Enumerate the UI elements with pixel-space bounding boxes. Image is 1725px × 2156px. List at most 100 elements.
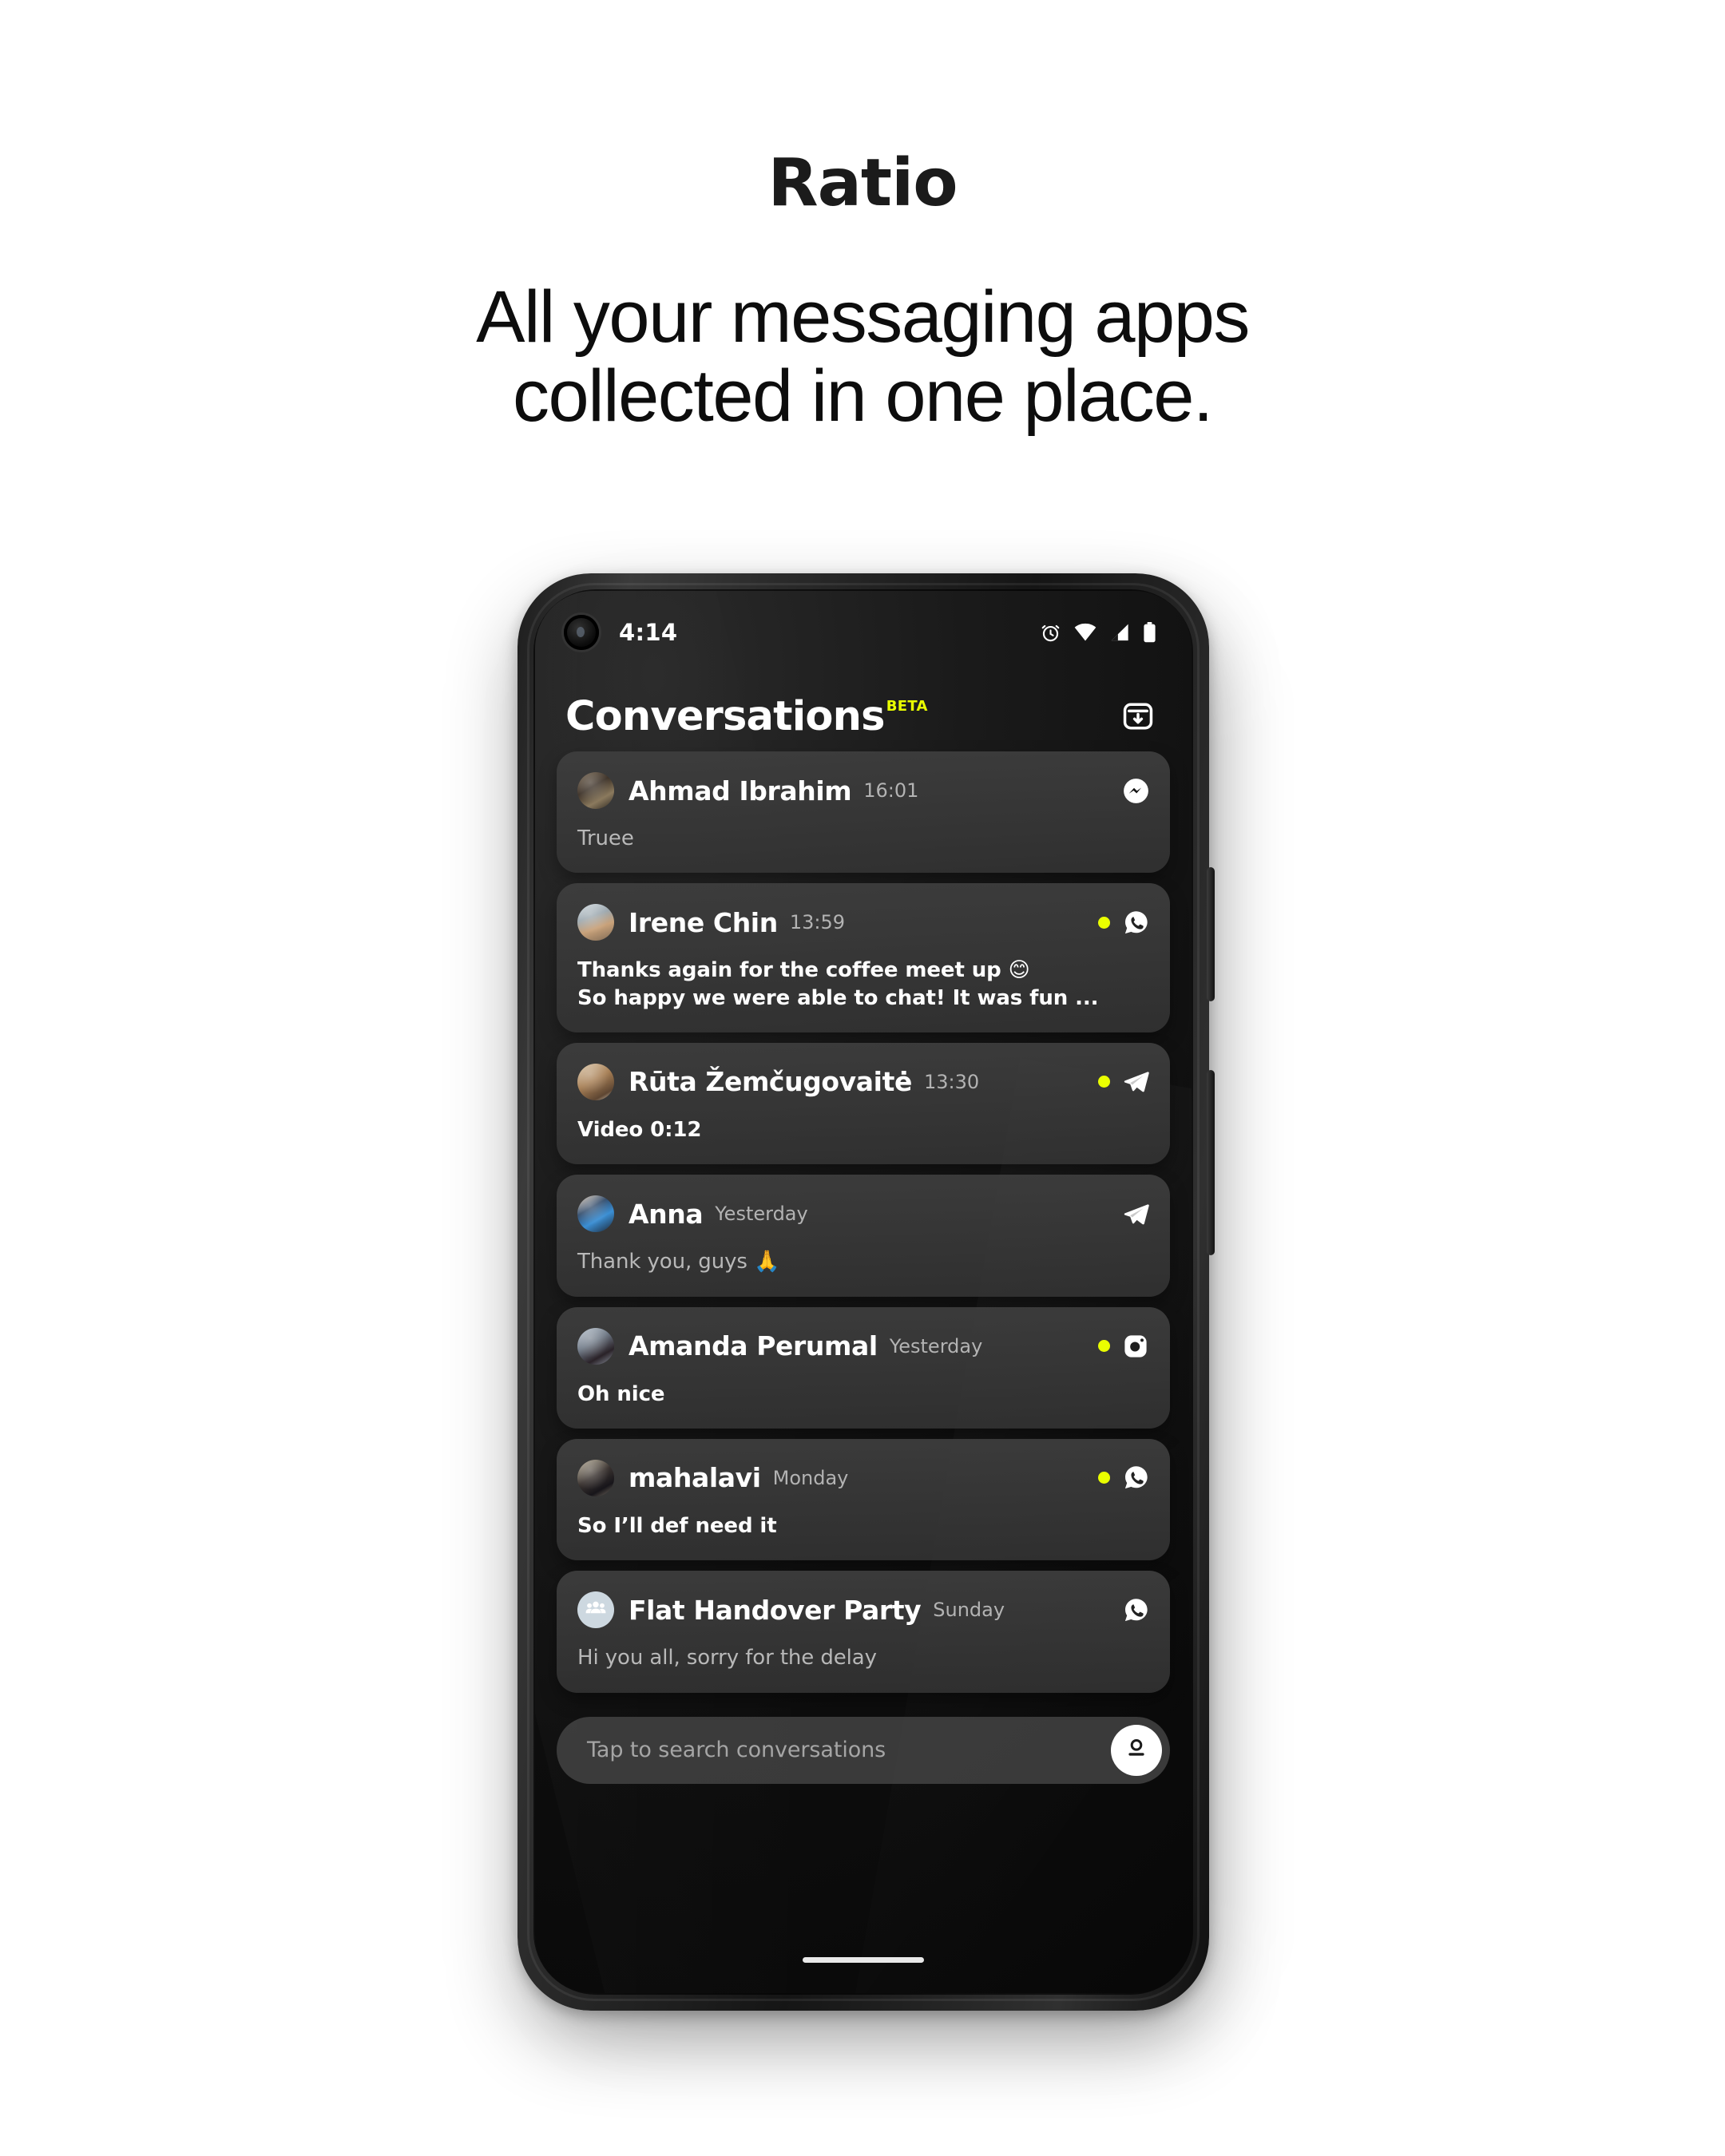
conversation-name: Rūta Žemčugovaitė xyxy=(629,1066,912,1098)
conversation-time: 13:59 xyxy=(789,911,845,934)
group-people-icon xyxy=(585,1597,607,1623)
headline-line-1: All your messaging apps xyxy=(476,276,1250,358)
preview-line: Thank you, guys 🙏 xyxy=(577,1250,780,1274)
search-input[interactable]: Tap to search conversations xyxy=(587,1738,886,1762)
conversation-name: mahalavi xyxy=(629,1462,761,1494)
preview-line: Thanks again for the coffee meet up 😊 xyxy=(577,958,1030,983)
assistant-icon xyxy=(1123,1734,1150,1766)
conversation-name: Flat Handover Party xyxy=(629,1594,922,1626)
avatar xyxy=(577,772,614,809)
avatar xyxy=(577,1195,614,1233)
battery-icon xyxy=(1143,622,1156,643)
conversation-row[interactable]: Irene Chin 13:59 Thanks again for the co… xyxy=(557,883,1170,1032)
phone-screen: 4:14 Conversations BETA Ahmad Ibrahim 16… xyxy=(535,591,1192,1993)
preview-line: Truee xyxy=(577,826,634,850)
conversation-preview: Oh nice xyxy=(577,1381,1149,1408)
volume-button[interactable] xyxy=(1207,1070,1215,1255)
conversation-preview: Truee xyxy=(577,825,1149,852)
unread-indicator xyxy=(1098,1340,1110,1353)
conversation-header: Amanda Perumal Yesterday xyxy=(577,1327,1149,1365)
avatar xyxy=(577,904,614,941)
conversation-meta xyxy=(1098,1333,1149,1360)
unread-indicator xyxy=(1098,1076,1110,1088)
conversation-time: 13:30 xyxy=(923,1070,980,1093)
archive-icon xyxy=(1121,700,1155,737)
alarm-icon xyxy=(1040,622,1061,644)
app-header: Conversations BETA xyxy=(535,674,1192,751)
front-camera-punch-hole xyxy=(564,615,599,650)
archive-button[interactable] xyxy=(1120,700,1156,736)
conversation-preview: So I’ll def need it xyxy=(577,1512,1149,1540)
conversation-preview: Video 0:12 xyxy=(577,1116,1149,1143)
whatsapp-icon xyxy=(1122,1464,1149,1492)
conversation-row[interactable]: Ahmad Ibrahim 16:01 Truee xyxy=(557,751,1170,874)
conversation-meta xyxy=(1098,1068,1149,1096)
status-bar-icons xyxy=(1040,622,1156,644)
conversation-meta xyxy=(1098,1464,1149,1492)
conversation-row[interactable]: mahalavi Monday So I’ll def need it xyxy=(557,1438,1170,1561)
preview-line: So I’ll def need it xyxy=(577,1513,777,1538)
conversation-meta xyxy=(1098,909,1149,936)
conversation-name: Anna xyxy=(629,1198,704,1230)
phone-mockup: 4:14 Conversations BETA Ahmad Ibrahim 16… xyxy=(518,573,1215,2011)
conversation-name: Irene Chin xyxy=(629,906,778,938)
page-headline: All your messaging apps collected in one… xyxy=(0,276,1725,438)
instagram-icon xyxy=(1122,1333,1149,1360)
app-title-wrap: Conversations BETA xyxy=(565,696,928,737)
conversation-list: Ahmad Ibrahim 16:01 Truee Irene Chin 13:… xyxy=(535,751,1192,1693)
avatar xyxy=(577,1327,614,1365)
conversation-header: Rūta Žemčugovaitė 13:30 xyxy=(577,1063,1149,1100)
search-bar[interactable]: Tap to search conversations xyxy=(557,1716,1170,1784)
group-avatar xyxy=(577,1591,614,1629)
avatar xyxy=(577,1459,614,1496)
conversation-meta xyxy=(1122,1200,1149,1227)
conversation-preview: Hi you all, sorry for the delay xyxy=(577,1644,1149,1671)
assistant-button[interactable] xyxy=(1111,1724,1162,1776)
conversation-time: Sunday xyxy=(933,1599,1005,1622)
conversation-row[interactable]: Amanda Perumal Yesterday Oh nice xyxy=(557,1306,1170,1429)
preview-line: Hi you all, sorry for the delay xyxy=(577,1646,877,1671)
conversation-header: mahalavi Monday xyxy=(577,1459,1149,1496)
power-button[interactable] xyxy=(1207,867,1215,1001)
preview-line: Oh nice xyxy=(577,1381,665,1406)
conversation-header: Flat Handover Party Sunday xyxy=(577,1591,1149,1629)
status-bar: 4:14 xyxy=(535,591,1192,674)
page-title: Conversations xyxy=(565,693,886,740)
status-bar-clock: 4:14 xyxy=(619,619,678,646)
wifi-icon xyxy=(1074,623,1096,642)
marketing-page: Ratio All your messaging apps collected … xyxy=(0,0,1725,2156)
conversation-row[interactable]: Rūta Žemčugovaitė 13:30 Video 0:12 xyxy=(557,1042,1170,1165)
conversation-header: Ahmad Ibrahim 16:01 xyxy=(577,772,1149,809)
conversation-name: Ahmad Ibrahim xyxy=(629,775,852,807)
conversation-time: Yesterday xyxy=(715,1203,808,1226)
conversation-preview: Thank you, guys 🙏 xyxy=(577,1248,1149,1275)
telegram-icon xyxy=(1122,1200,1149,1227)
headline-line-2: collected in one place. xyxy=(513,355,1213,438)
brand-title: Ratio xyxy=(767,145,958,221)
beta-badge: BETA xyxy=(886,698,928,715)
conversation-row[interactable]: Flat Handover Party Sunday Hi you all, s… xyxy=(557,1571,1170,1693)
search-area: Tap to search conversations xyxy=(557,1716,1170,1784)
conversation-header: Anna Yesterday xyxy=(577,1195,1149,1233)
conversation-time: Yesterday xyxy=(889,1334,983,1357)
system-navigation-bar xyxy=(535,1926,1192,1993)
signal-icon xyxy=(1109,623,1130,642)
home-indicator[interactable] xyxy=(803,1956,924,1963)
conversation-meta xyxy=(1122,1596,1149,1623)
avatar xyxy=(577,1063,614,1100)
conversation-preview: Thanks again for the coffee meet up 😊 So… xyxy=(577,957,1149,1012)
messenger-icon xyxy=(1122,777,1149,804)
conversation-time: Monday xyxy=(772,1466,849,1489)
conversation-time: 16:01 xyxy=(863,779,919,802)
preview-line: Video 0:12 xyxy=(577,1117,702,1142)
preview-line: So happy we were able to chat! It was fu… xyxy=(577,985,1099,1010)
conversation-name: Amanda Perumal xyxy=(629,1330,878,1362)
conversation-header: Irene Chin 13:59 xyxy=(577,904,1149,941)
unread-indicator xyxy=(1098,1472,1110,1484)
unread-indicator xyxy=(1098,916,1110,929)
conversation-meta xyxy=(1122,777,1149,804)
telegram-icon xyxy=(1122,1068,1149,1096)
conversation-row[interactable]: Anna Yesterday Thank you, guys 🙏 xyxy=(557,1175,1170,1297)
whatsapp-icon xyxy=(1122,909,1149,936)
whatsapp-icon xyxy=(1122,1596,1149,1623)
